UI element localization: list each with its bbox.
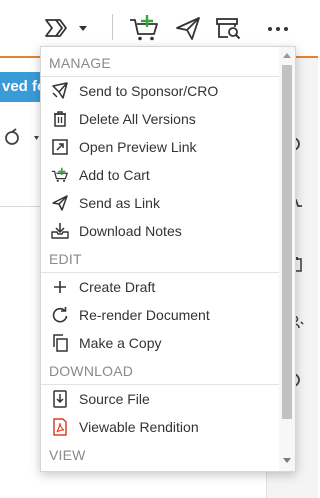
plus-icon bbox=[51, 278, 69, 296]
menu-item-download-notes[interactable]: Download Notes bbox=[41, 217, 281, 245]
menu-item-delete-all-versions[interactable]: Delete All Versions bbox=[41, 105, 281, 133]
menu-item-label: Delete All Versions bbox=[79, 111, 196, 127]
menu-item-label: Send to Sponsor/CRO bbox=[79, 83, 219, 99]
more-actions-dropdown[interactable] bbox=[42, 12, 92, 44]
paper-plane-icon bbox=[51, 194, 69, 212]
section-header-download: DOWNLOAD bbox=[41, 357, 281, 385]
copy-icon bbox=[51, 334, 69, 352]
send-to-sponsor-icon bbox=[51, 82, 69, 100]
menu-item-label: Re-render Document bbox=[79, 307, 210, 323]
more-options-button[interactable] bbox=[264, 12, 292, 44]
menu-item-send-as-link[interactable]: Send as Link bbox=[41, 189, 281, 217]
add-to-cart-button[interactable] bbox=[128, 12, 160, 44]
trash-icon bbox=[51, 110, 69, 128]
divider bbox=[0, 206, 42, 207]
menu-item-label: Download Notes bbox=[79, 223, 182, 239]
send-as-link-button[interactable] bbox=[174, 12, 202, 44]
section-header-manage: MANAGE bbox=[41, 49, 281, 77]
pdf-icon bbox=[51, 418, 69, 436]
toolbar-divider bbox=[112, 14, 113, 40]
menu-item-label: Open Preview Link bbox=[79, 139, 197, 155]
download-file-icon bbox=[51, 390, 69, 408]
paper-plane-icon bbox=[176, 17, 200, 40]
download-tray-icon bbox=[51, 222, 69, 240]
scrollbar-thumb[interactable] bbox=[282, 65, 292, 419]
menu-item-add-to-cart[interactable]: Add to Cart bbox=[41, 161, 281, 189]
cart-add-icon bbox=[51, 166, 69, 184]
menu-item-label: Make a Copy bbox=[79, 335, 162, 351]
menu-item-label: Create Draft bbox=[79, 279, 156, 295]
menu-item-label: Add to Cart bbox=[79, 167, 150, 183]
scroll-down-arrow-icon[interactable] bbox=[283, 458, 291, 463]
actions-chevron-icon bbox=[45, 19, 87, 37]
section-header-view: VIEW bbox=[49, 447, 86, 463]
menu-item-make-a-copy[interactable]: Make a Copy bbox=[41, 329, 281, 357]
refresh-icon bbox=[51, 306, 69, 324]
workflow-icon[interactable] bbox=[2, 128, 42, 148]
menu-item-source-file[interactable]: Source File bbox=[41, 385, 281, 413]
actions-menu: MANAGE Send to Sponsor/CRO Delete All Ve… bbox=[40, 46, 296, 472]
archive-search-icon bbox=[216, 18, 241, 40]
menu-item-label: Viewable Rendition bbox=[79, 419, 199, 435]
menu-item-open-preview-link[interactable]: Open Preview Link bbox=[41, 133, 281, 161]
menu-item-re-render-document[interactable]: Re-render Document bbox=[41, 301, 281, 329]
cart-add-icon bbox=[130, 15, 158, 41]
menu-item-create-draft[interactable]: Create Draft bbox=[41, 273, 281, 301]
section-header-edit: EDIT bbox=[41, 245, 281, 273]
preview-button[interactable] bbox=[214, 12, 242, 44]
menu-item-viewable-rendition[interactable]: Viewable Rendition bbox=[41, 413, 281, 441]
menu-item-label: Source File bbox=[79, 391, 150, 407]
menu-scrollbar[interactable] bbox=[279, 47, 295, 471]
open-external-icon bbox=[51, 138, 69, 156]
ellipsis-icon bbox=[268, 27, 288, 31]
scroll-up-arrow-icon[interactable] bbox=[283, 53, 291, 58]
menu-item-label: Send as Link bbox=[79, 195, 160, 211]
menu-item-send-to-sponsor[interactable]: Send to Sponsor/CRO bbox=[41, 77, 281, 105]
